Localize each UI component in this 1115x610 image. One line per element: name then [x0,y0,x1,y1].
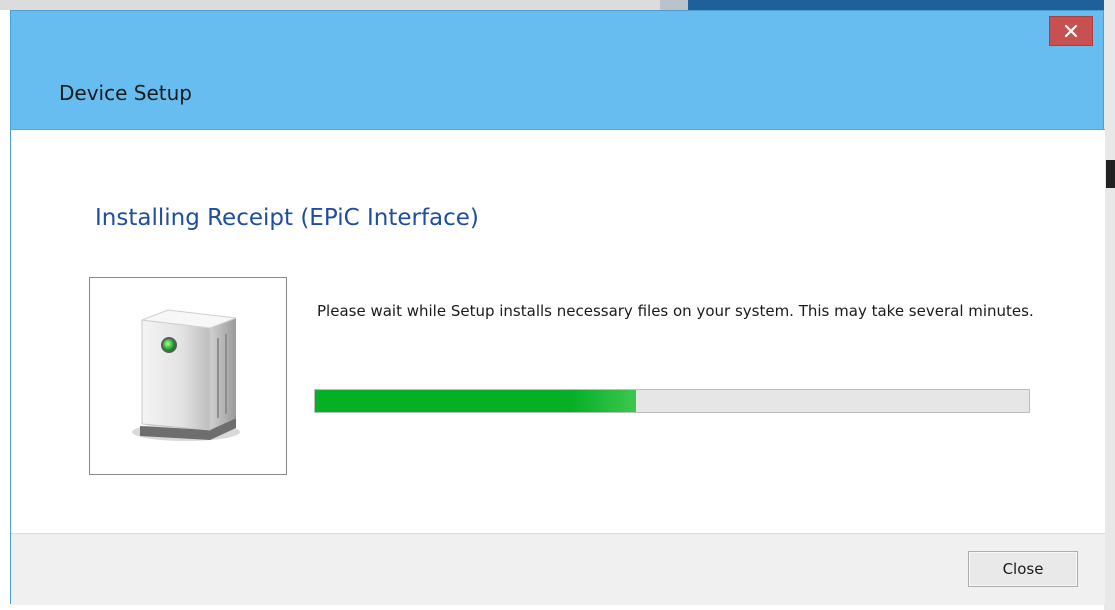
device-setup-window: Device Setup Installing Receipt (EPiC In… [10,10,1105,605]
window-close-button[interactable] [1049,16,1093,46]
title-bar: Device Setup [11,11,1103,129]
close-icon [1064,24,1078,38]
button-bar: Close [11,533,1105,605]
printer-device-icon [132,309,240,441]
background-strip-segment [688,0,1115,10]
background-strip-right [1104,0,1115,610]
progress-fill [315,390,637,412]
window-title: Device Setup [59,81,192,105]
install-heading: Installing Receipt (EPiC Interface) [95,205,479,231]
device-image-frame [89,277,287,475]
content-panel: Installing Receipt (EPiC Interface) Plea… [11,129,1105,533]
background-mark [1106,160,1115,188]
background-strip-top [0,0,1115,10]
install-message: Please wait while Setup installs necessa… [317,302,1034,320]
close-button[interactable]: Close [968,551,1078,587]
install-progress-bar [314,389,1030,413]
background-strip-segment [660,0,688,10]
